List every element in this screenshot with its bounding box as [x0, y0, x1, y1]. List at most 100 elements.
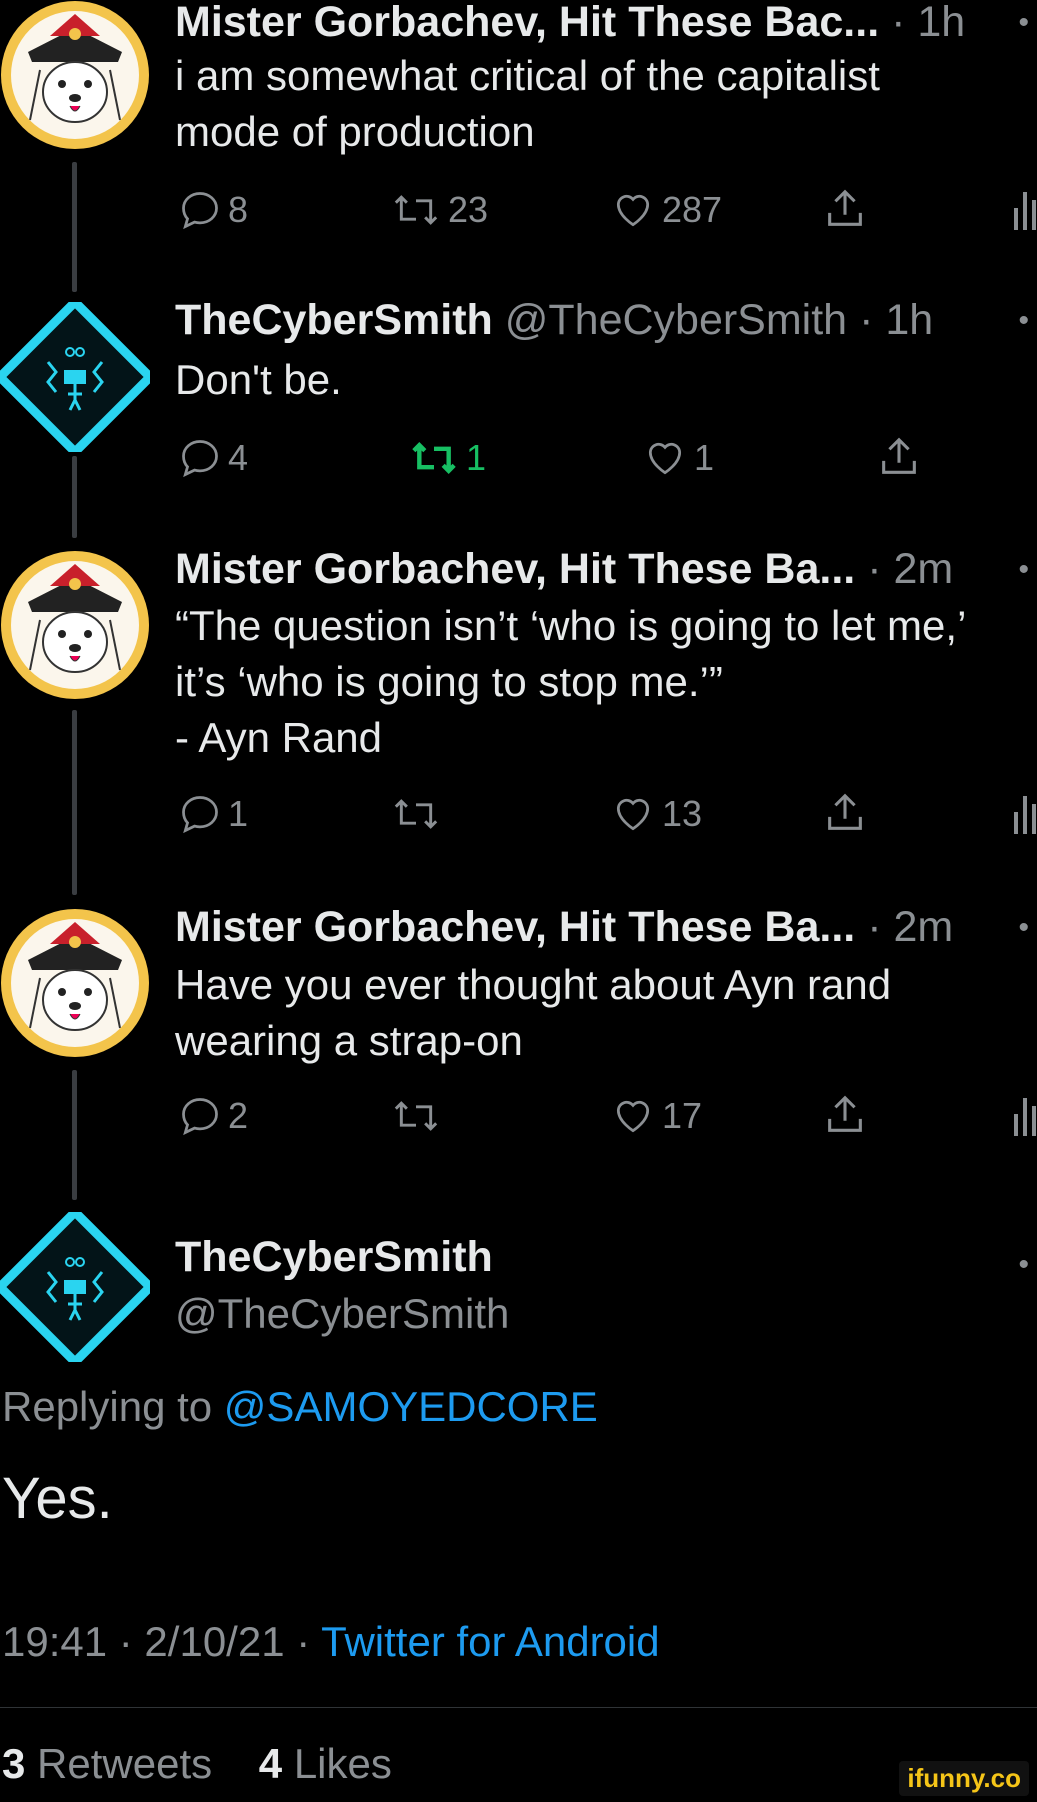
author-line: Mister Gorbachev, Hit These Bac... · 1h	[175, 0, 965, 47]
retweet-count: 23	[448, 189, 489, 230]
reply-button[interactable]: 2	[178, 1094, 248, 1138]
likes-stat[interactable]: 4 Likes	[259, 1740, 392, 1787]
reply-icon	[182, 796, 218, 834]
like-count: 1	[694, 437, 715, 478]
author-line: Mister Gorbachev, Hit These Ba... · 2m	[175, 903, 953, 952]
like-button[interactable]: 17	[610, 1094, 702, 1138]
like-button[interactable]: 13	[610, 792, 702, 836]
like-count: 287	[662, 189, 723, 230]
tweet-text: Yes.	[2, 1466, 113, 1531]
retweets-label: Retweets	[37, 1740, 213, 1787]
like-icon	[648, 442, 682, 475]
retweet-button[interactable]: 23	[390, 188, 488, 232]
samoyed-avatar[interactable]	[0, 908, 150, 1058]
more-options-icon[interactable]: •	[1018, 1248, 1029, 1282]
reply-button[interactable]: 8	[178, 188, 248, 232]
tweet-text-line: it’s ‘who is going to stop me.’”	[175, 658, 723, 705]
retweets-stat[interactable]: 3 Retweets	[2, 1740, 212, 1787]
tweet-text: i am somewhat critical of the capitalist…	[175, 48, 880, 160]
tweet-text: Don't be.	[175, 352, 342, 408]
reply-button[interactable]: 4	[178, 436, 248, 480]
replying-to: Replying to @SAMOYEDCORE	[2, 1383, 598, 1431]
share-icon	[882, 437, 916, 474]
tweet-timestamp: 19:41 · 2/10/21 · Twitter for Android	[2, 1618, 660, 1666]
more-options-icon[interactable]: •	[1018, 304, 1029, 338]
like-button[interactable]: 287	[610, 188, 722, 232]
thread-line	[72, 710, 77, 895]
thread-line	[72, 456, 77, 538]
samoyed-avatar[interactable]	[0, 0, 150, 150]
tweet-text-line: Have you ever thought about Ayn rand	[175, 961, 892, 1008]
divider	[0, 1707, 1037, 1708]
reply-count: 4	[228, 437, 249, 478]
watermark: ifunny.co	[899, 1761, 1029, 1796]
author-name[interactable]: Mister Gorbachev, Hit These Ba...	[175, 903, 855, 951]
engagement-counts: 3 Retweets 4 Likes	[2, 1740, 392, 1788]
retweet-icon	[412, 442, 456, 474]
author-handle[interactable]: @TheCyberSmith	[505, 296, 847, 344]
reply-button[interactable]: 1	[178, 792, 248, 836]
tweet-time: · 2m	[867, 903, 954, 951]
replying-to-link[interactable]: @SAMOYEDCORE	[224, 1383, 598, 1430]
like-icon	[616, 194, 650, 227]
like-total: 4	[258, 1740, 283, 1787]
tweet-time: · 1h	[891, 0, 966, 46]
cyber-avatar[interactable]	[0, 302, 150, 452]
reply-count: 1	[228, 793, 249, 834]
share-button[interactable]	[822, 790, 868, 836]
replying-label: Replying to	[2, 1383, 224, 1430]
author-handle[interactable]: @TheCyberSmith	[175, 1290, 509, 1338]
tweet-text: “The question isn’t ‘who is going to let…	[175, 598, 966, 766]
tweet-time: · 1h	[859, 296, 934, 344]
likes-label: Likes	[293, 1740, 392, 1787]
author-name[interactable]: Mister Gorbachev, Hit These Bac...	[175, 0, 879, 46]
thread-line	[72, 1070, 77, 1200]
share-button[interactable]	[822, 1092, 868, 1138]
reply-icon	[182, 1098, 218, 1136]
retweet-button[interactable]	[390, 792, 442, 836]
tweet-time: · 2m	[867, 545, 954, 593]
thread-line	[72, 162, 77, 292]
share-icon	[828, 1095, 862, 1132]
share-button[interactable]	[876, 434, 922, 480]
samoyed-avatar[interactable]	[0, 550, 150, 700]
author-line: TheCyberSmith @TheCyberSmith · 1h	[175, 296, 933, 345]
analytics-icon[interactable]	[1011, 794, 1037, 834]
author-name[interactable]: TheCyberSmith	[175, 1233, 493, 1282]
retweet-icon	[394, 195, 438, 225]
retweet-button[interactable]: 1	[408, 436, 486, 480]
analytics-icon[interactable]	[1011, 1096, 1037, 1136]
like-icon	[616, 1100, 650, 1133]
analytics-icon[interactable]	[1011, 190, 1037, 230]
author-name[interactable]: TheCyberSmith	[175, 296, 493, 344]
share-button[interactable]	[822, 186, 868, 232]
more-options-icon[interactable]: •	[1018, 553, 1029, 587]
reply-count: 2	[228, 1095, 249, 1136]
reply-count: 8	[228, 189, 249, 230]
tweet-text-line: Don't be.	[175, 356, 342, 403]
like-icon	[616, 798, 650, 831]
cyber-avatar[interactable]	[0, 1212, 150, 1362]
tweet-text-line: mode of production	[175, 108, 535, 155]
reply-icon	[182, 192, 218, 230]
like-count: 13	[662, 793, 703, 834]
more-options-icon[interactable]: •	[1018, 911, 1029, 945]
tweet-text-line: - Ayn Rand	[175, 714, 383, 761]
like-count: 17	[662, 1095, 703, 1136]
more-options-icon[interactable]: •	[1018, 6, 1029, 40]
tweet-text-line: i am somewhat critical of the capitalist	[175, 52, 880, 99]
author-name[interactable]: Mister Gorbachev, Hit These Ba...	[175, 545, 855, 593]
source-link[interactable]: Twitter for Android	[321, 1618, 659, 1665]
author-line: Mister Gorbachev, Hit These Ba... · 2m	[175, 545, 953, 594]
reply-icon	[182, 440, 218, 478]
retweet-icon	[394, 1101, 438, 1131]
share-icon	[828, 189, 862, 226]
share-icon	[828, 793, 862, 830]
tweet-text-line: wearing a strap-on	[175, 1017, 523, 1064]
timestamp-text: 19:41 · 2/10/21 ·	[2, 1618, 322, 1665]
tweet-text-line: “The question isn’t ‘who is going to let…	[175, 602, 967, 649]
retweet-total: 3	[2, 1740, 26, 1787]
retweet-icon	[394, 799, 438, 829]
retweet-button[interactable]	[390, 1094, 442, 1138]
like-button[interactable]: 1	[642, 436, 714, 480]
